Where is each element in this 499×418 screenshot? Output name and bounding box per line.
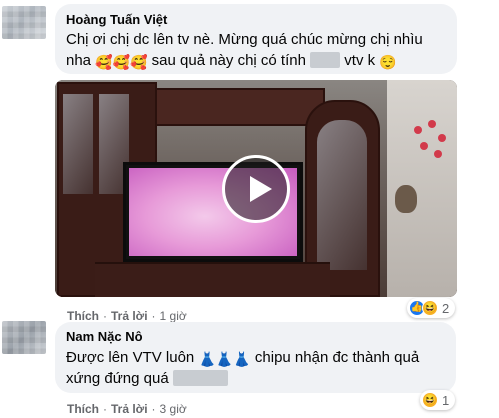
- reaction-summary[interactable]: 👍 😆 2: [407, 298, 456, 318]
- comment-timestamp[interactable]: 3 giờ: [160, 402, 187, 416]
- comment-bubble: Nam Nặc Nô Được lên VTV luôn 👗👗👗 chipu n…: [55, 322, 456, 393]
- reaction-summary[interactable]: 😆 1: [420, 390, 456, 410]
- dress-emoji: 👗👗👗: [198, 351, 251, 367]
- blurred-text: [310, 52, 341, 68]
- separator-dot: ·: [151, 402, 156, 416]
- comment-text-line: nha 🥰🥰🥰 sau quả này chị có tính vtv k 😌: [66, 51, 397, 71]
- comment-actions: Thích · Trả lời · 1 giờ: [67, 309, 187, 323]
- separator-dot: ·: [151, 309, 156, 323]
- play-icon[interactable]: [222, 155, 290, 223]
- comment-text: vtv k: [344, 52, 376, 69]
- reaction-count: 2: [442, 300, 450, 316]
- comment-author[interactable]: Nam Nặc Nô: [66, 329, 143, 344]
- separator-dot: ·: [103, 309, 107, 323]
- comment-text: sau quả này chị có tính: [147, 52, 306, 69]
- comment-text-line: Được lên VTV luôn 👗👗👗 chipu nhận đc thàn…: [66, 348, 419, 368]
- reply-action[interactable]: Trả lời: [111, 402, 148, 416]
- video-player[interactable]: [55, 80, 457, 297]
- comment-text-line: xứng đứng quá: [66, 369, 228, 389]
- comment-text: Được lên VTV luôn: [66, 349, 195, 366]
- avatar[interactable]: [2, 6, 46, 39]
- comment-text: xứng đứng quá: [66, 370, 169, 387]
- separator-dot: ·: [103, 402, 107, 416]
- reply-action[interactable]: Trả lời: [111, 309, 148, 323]
- comment-text-line: Chị ơi chị dc lên tv nè. Mừng quá chúc m…: [66, 31, 423, 48]
- like-action[interactable]: Thích: [67, 309, 99, 323]
- comment-timestamp[interactable]: 1 giờ: [160, 309, 187, 323]
- smiling-hearts-emoji: 🥰🥰🥰: [95, 54, 148, 70]
- video-frame-glass: [317, 120, 367, 270]
- reaction-count: 1: [442, 392, 450, 408]
- comment-author[interactable]: Hoàng Tuấn Việt: [66, 12, 167, 27]
- video-frame-teddy-bear: [395, 185, 417, 213]
- haha-icon: 😆: [422, 392, 438, 408]
- haha-icon: 😆: [422, 300, 438, 316]
- comment-text: chipu nhận đc thành quả: [254, 349, 420, 366]
- comment-actions: Thích · Trả lời · 3 giờ: [67, 402, 187, 416]
- comment-bubble: Hoàng Tuấn Việt Chị ơi chị dc lên tv nè.…: [55, 4, 457, 74]
- video-frame-glass: [63, 94, 93, 194]
- blurred-text: [172, 370, 228, 386]
- comment-text: nha: [66, 52, 92, 69]
- avatar[interactable]: [2, 321, 46, 354]
- relieved-emoji: 😌: [379, 54, 397, 70]
- video-frame-flowers: [410, 120, 450, 240]
- video-frame-cabinet: [135, 88, 325, 126]
- like-action[interactable]: Thích: [67, 402, 99, 416]
- video-frame-stand: [95, 262, 330, 297]
